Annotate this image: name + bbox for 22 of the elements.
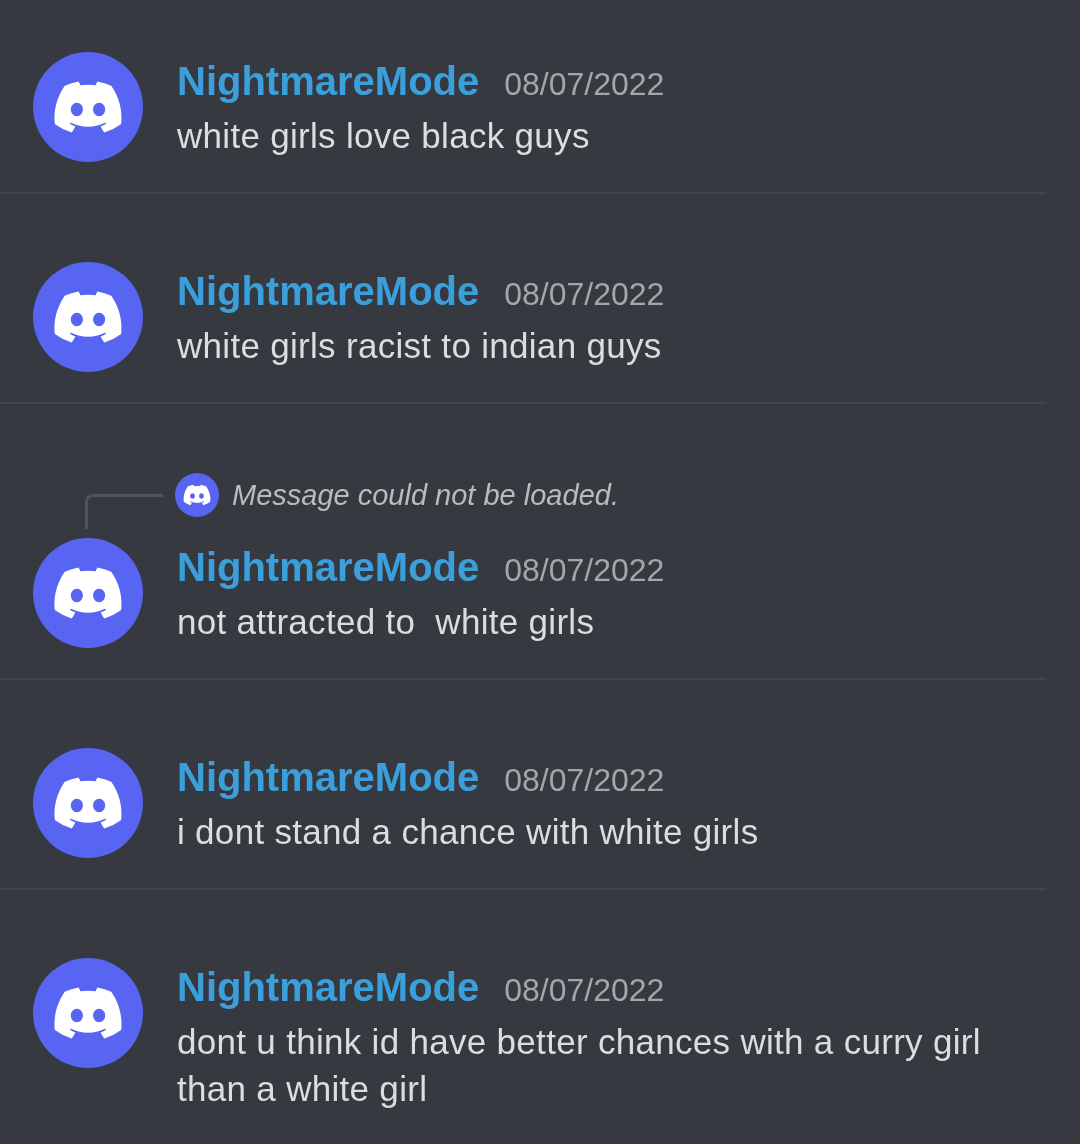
username[interactable]: NightmareMode: [177, 749, 480, 805]
avatar-icon[interactable]: [33, 262, 143, 372]
username[interactable]: NightmareMode: [177, 539, 480, 595]
timestamp: 08/07/2022: [504, 971, 665, 1010]
avatar-icon[interactable]: [33, 538, 143, 648]
username[interactable]: NightmareMode: [177, 959, 480, 1015]
reply-avatar-icon[interactable]: [175, 473, 219, 517]
timestamp: 08/07/2022: [504, 761, 665, 800]
username[interactable]: NightmareMode: [177, 263, 480, 319]
timestamp: 08/07/2022: [504, 65, 665, 104]
timestamp: 08/07/2022: [504, 275, 665, 314]
reply-preview-text[interactable]: Message could not be loaded.: [232, 478, 619, 512]
timestamp: 08/07/2022: [504, 551, 665, 590]
avatar-icon[interactable]: [33, 52, 143, 162]
message-text: white girls racist to indian guys: [177, 325, 663, 367]
message-text: i dont stand a chance with white girls: [177, 811, 760, 853]
avatar-icon[interactable]: [33, 958, 143, 1068]
avatar-icon[interactable]: [33, 748, 143, 858]
message-text: not attracted to white girls: [177, 601, 596, 643]
username[interactable]: NightmareMode: [177, 53, 480, 109]
message-text: dont u think id have better chances with a curry girl than a white girl: [177, 1021, 982, 1110]
message-text: white girls love black guys: [177, 115, 591, 157]
